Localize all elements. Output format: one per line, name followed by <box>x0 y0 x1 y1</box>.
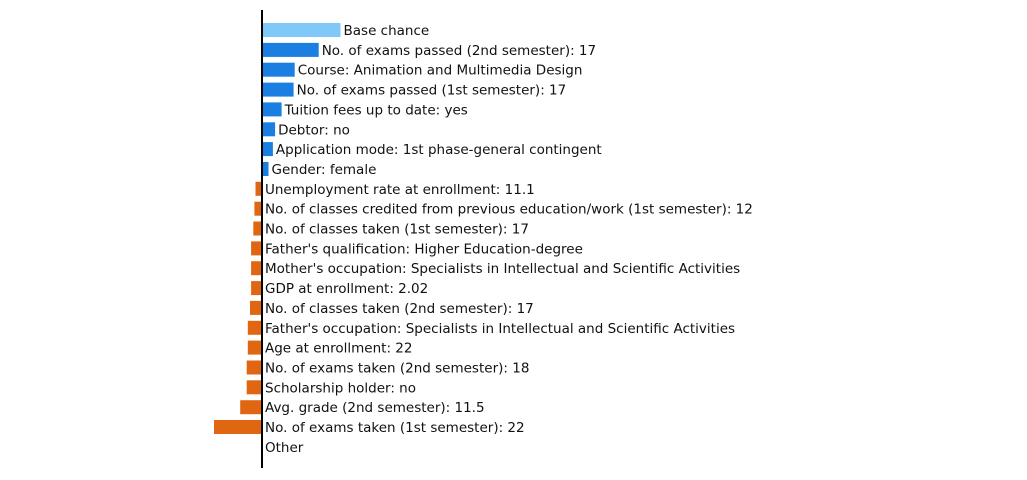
bar-label-4: Tuition fees up to date: yes <box>284 102 468 118</box>
bar-10 <box>253 221 262 236</box>
bar-label-1: No. of exams passed (2nd semester): 17 <box>322 43 596 59</box>
bar-label-16: Age at enrollment: 22 <box>265 341 412 357</box>
bar-label-6: Application mode: 1st phase-general cont… <box>276 142 602 158</box>
bar-label-17: No. of exams taken (2nd semester): 18 <box>265 361 529 377</box>
bar-17 <box>246 360 262 375</box>
bar-label-5: Debtor: no <box>278 122 350 138</box>
bar-label-0: Base chance <box>344 23 430 39</box>
bar-6 <box>262 142 273 157</box>
bar-label-15: Father's occupation: Specialists in Inte… <box>265 321 735 337</box>
bar-label-11: Father's qualification: Higher Education… <box>265 241 583 257</box>
labels-layer: Base chance No. of exams passed (2nd seme… <box>265 23 753 456</box>
bar-11 <box>251 241 262 256</box>
bar-label-13: GDP at enrollment: 2.02 <box>265 281 428 297</box>
bar-label-20: No. of exams taken (1st semester): 22 <box>265 420 525 436</box>
bar-3 <box>262 82 294 97</box>
bar-label-19: Avg. grade (2nd semester): 11.5 <box>265 400 485 416</box>
bar-label-9: No. of classes credited from previous ed… <box>265 202 753 218</box>
bar-18 <box>246 380 262 395</box>
bar-label-14: No. of classes taken (2nd semester): 17 <box>265 301 534 317</box>
bar-4 <box>262 102 282 117</box>
bar-20 <box>214 420 262 434</box>
bar-14 <box>250 300 262 315</box>
bar-12 <box>251 261 262 276</box>
bar-2 <box>262 62 295 77</box>
bar-15 <box>247 320 262 335</box>
bar-13 <box>251 281 262 296</box>
bar-1 <box>262 42 319 57</box>
bar-16 <box>247 340 262 355</box>
bar-label-21: Other <box>265 440 304 456</box>
bar-label-2: Course: Animation and Multimedia Design <box>298 63 583 79</box>
bar-0 <box>262 23 341 37</box>
bar-9 <box>254 201 262 216</box>
bar-19 <box>240 400 262 415</box>
bar-label-8: Unemployment rate at enrollment: 11.1 <box>265 182 535 198</box>
contribution-bar-chart: Base chance No. of exams passed (2nd seme… <box>214 10 753 468</box>
bar-5 <box>262 122 276 137</box>
bar-label-18: Scholarship holder: no <box>265 380 416 396</box>
bar-label-12: Mother's occupation: Specialists in Inte… <box>265 261 740 277</box>
bar-label-10: No. of classes taken (1st semester): 17 <box>265 222 529 238</box>
bar-label-3: No. of exams passed (1st semester): 17 <box>297 83 567 99</box>
bar-label-7: Gender: female <box>272 162 377 178</box>
